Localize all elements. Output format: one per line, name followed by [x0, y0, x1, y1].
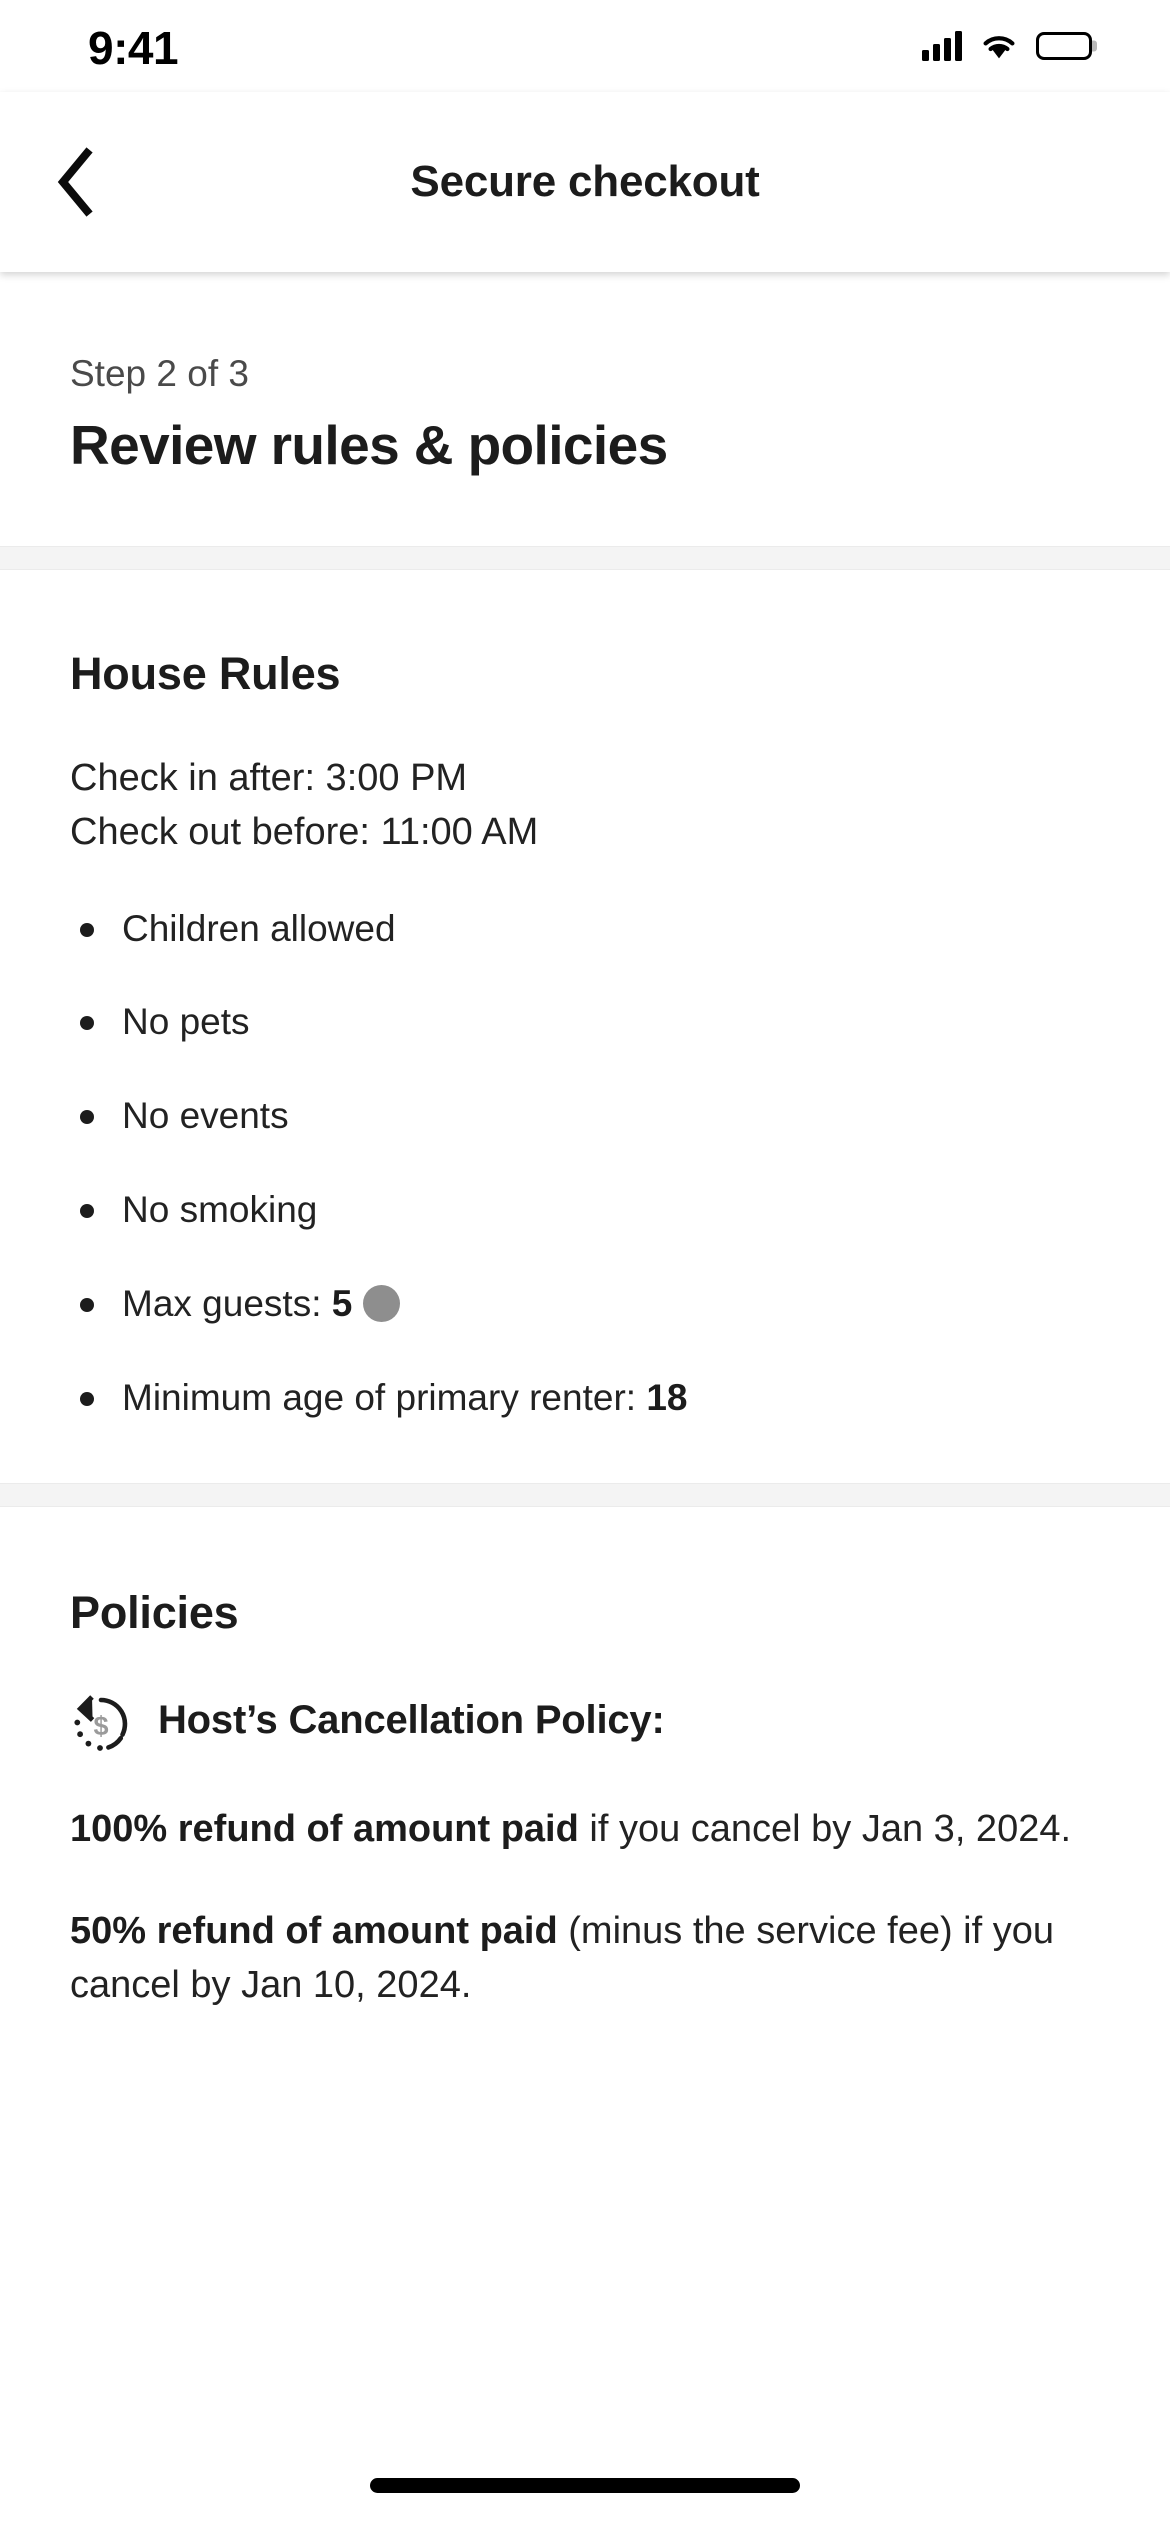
- list-item: Minimum age of primary renter: 18: [70, 1373, 1100, 1423]
- cancellation-policy-title: Host’s Cancellation Policy:: [158, 1698, 665, 1743]
- cellular-signal-icon: [922, 31, 962, 61]
- step-title: Review rules & policies: [70, 414, 668, 477]
- section-divider: [0, 1483, 1170, 1508]
- navigation-bar: Secure checkout: [0, 92, 1170, 272]
- rule-value: 18: [646, 1377, 688, 1419]
- rule-text: Max guests:: [122, 1283, 332, 1325]
- policies-section: Policies $ Host’s Cancellation Policy: 1…: [0, 1507, 1170, 2013]
- page-title: Secure checkout: [410, 157, 760, 206]
- chevron-left-icon: [57, 147, 93, 217]
- rule-value: 5: [331, 1283, 353, 1325]
- rule-text: Minimum age of primary renter:: [122, 1377, 647, 1419]
- status-bar: 9:41: [0, 0, 1170, 92]
- battery-icon: [1036, 32, 1092, 60]
- svg-text:$: $: [93, 1711, 108, 1741]
- status-bar-indicators: [922, 31, 1092, 61]
- list-item: No smoking: [70, 1185, 1100, 1235]
- home-indicator-area: [0, 2448, 1170, 2532]
- policy-paragraph: 100% refund of amount paid if you cancel…: [70, 1803, 1080, 1857]
- rule-text: No smoking: [122, 1189, 318, 1231]
- status-bar-time: 9:41: [88, 22, 179, 74]
- step-header: Step 2 of 3 Review rules & policies: [0, 272, 1170, 546]
- list-item: Children allowed: [70, 904, 1100, 954]
- refund-dollar-icon: $: [70, 1693, 132, 1755]
- check-out-time: Check out before: 11:00 AM: [70, 810, 539, 853]
- house-rules-heading: House Rules: [70, 647, 341, 699]
- scroll-content[interactable]: Step 2 of 3 Review rules & policies Hous…: [0, 272, 1170, 2014]
- phone-screen: 9:41 Secure checkout Step 2 of 3 Review …: [0, 0, 1170, 2532]
- section-divider: [0, 545, 1170, 570]
- house-rules-list: Children allowed No pets No events No sm…: [70, 904, 1100, 1424]
- cancellation-policy-row: $ Host’s Cancellation Policy:: [70, 1691, 1100, 1755]
- list-item: No events: [70, 1091, 1100, 1141]
- policy-bold-text: 50% refund of amount paid: [70, 1910, 558, 1953]
- policy-rest-text: if you cancel by Jan 3, 2024.: [578, 1808, 1072, 1851]
- policy-paragraph: 50% refund of amount paid (minus the ser…: [70, 1905, 1080, 2013]
- step-indicator: Step 2 of 3: [70, 353, 249, 394]
- list-item: No pets: [70, 997, 1100, 1047]
- back-button[interactable]: [30, 137, 120, 227]
- policy-bold-text: 100% refund of amount paid: [70, 1808, 579, 1851]
- rule-text: No events: [122, 1095, 289, 1137]
- wifi-icon: [980, 32, 1018, 60]
- list-item: Max guests: 5: [70, 1279, 1100, 1329]
- rule-text: No pets: [122, 1001, 250, 1043]
- house-rules-section: House Rules Check in after: 3:00 PM Chec…: [0, 570, 1170, 1484]
- policies-heading: Policies: [70, 1587, 239, 1639]
- check-in-time: Check in after: 3:00 PM: [70, 756, 468, 799]
- check-times: Check in after: 3:00 PM Check out before…: [70, 752, 1100, 860]
- rule-text: Children allowed: [122, 907, 396, 949]
- home-indicator[interactable]: [370, 2477, 800, 2493]
